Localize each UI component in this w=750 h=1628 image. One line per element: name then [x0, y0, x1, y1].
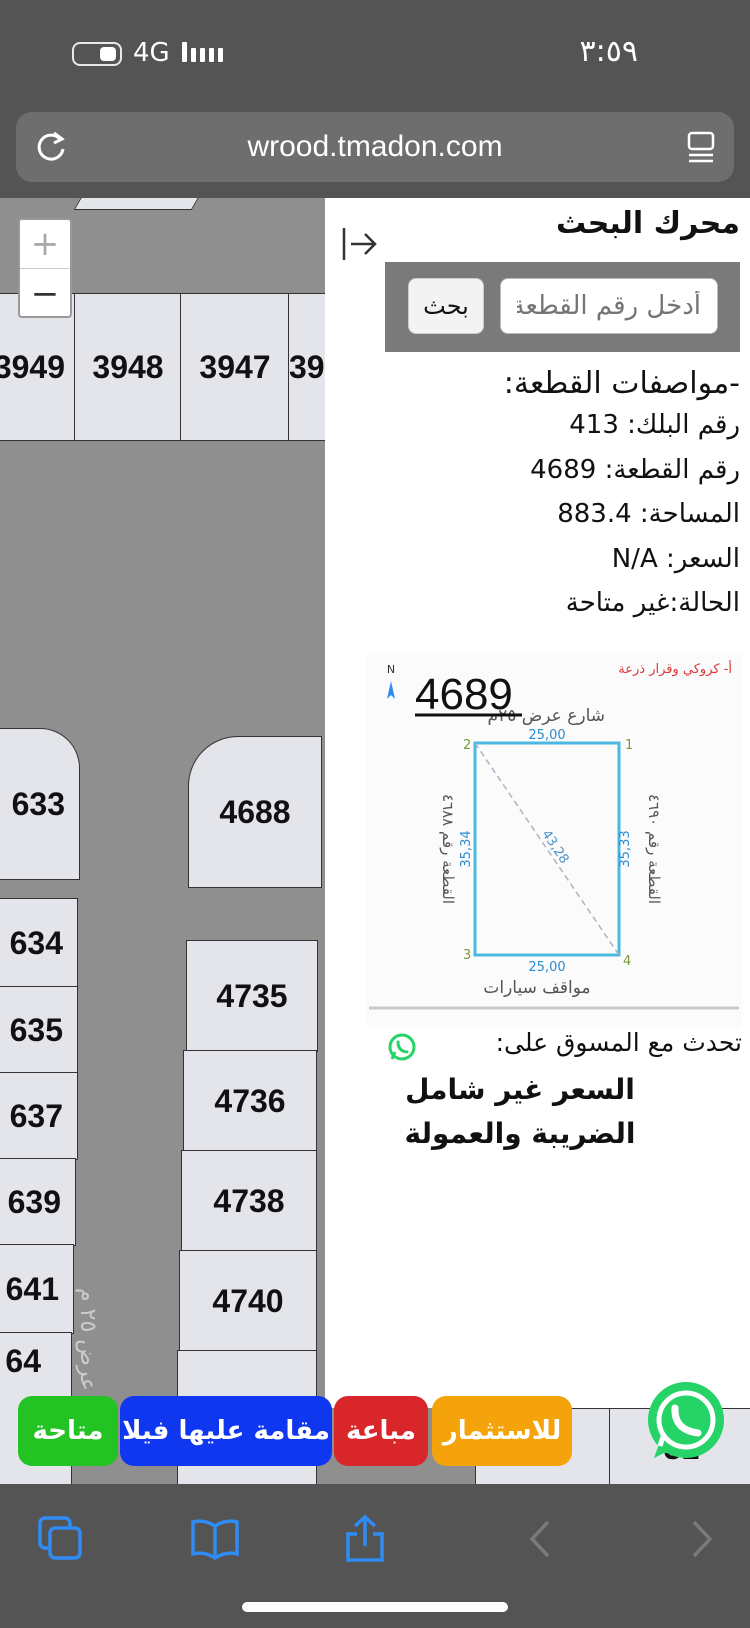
map-plot[interactable]: 4740	[179, 1250, 317, 1352]
share-icon[interactable]	[340, 1514, 390, 1564]
map-plot[interactable]: 39	[288, 293, 325, 441]
map-plot[interactable]: 3948	[74, 293, 182, 441]
bookmarks-icon[interactable]	[190, 1514, 240, 1564]
whatsapp-float-icon[interactable]	[640, 1378, 728, 1466]
map-plot[interactable]: 634	[0, 898, 78, 988]
status-bar: 4G ٣:٥٩	[0, 0, 750, 105]
tabs-icon[interactable]	[36, 1514, 86, 1564]
address-bar[interactable]: wrood.tmadon.com	[16, 112, 734, 182]
plot-number: رقم القطعة: 4689	[530, 455, 740, 485]
back-icon[interactable]	[516, 1514, 566, 1564]
filter-sold[interactable]: مباعة	[334, 1396, 428, 1466]
filter-investment[interactable]: للاستثمار	[432, 1396, 572, 1466]
street-bottom-label: مواقف سيارات	[483, 978, 590, 998]
map-plot[interactable]: 4736	[183, 1050, 317, 1152]
map-plot[interactable]: 635	[0, 986, 78, 1074]
plot-number-input[interactable]	[500, 278, 718, 334]
map-plot[interactable]: 633	[0, 728, 80, 880]
signal-icon	[182, 40, 223, 66]
diagram-plot-number: 4689	[415, 670, 513, 719]
battery-icon	[72, 42, 122, 66]
plot-area: المساحة: 883.4	[557, 499, 740, 529]
search-box: بحث	[385, 262, 740, 352]
chat-with-marketer-label: تحدث مع المسوق على:	[495, 1028, 742, 1057]
filter-villa-built[interactable]: مقامة عليها فيلا	[120, 1396, 332, 1466]
map-plot[interactable]: 637	[0, 1072, 78, 1160]
zoom-in-button[interactable]: +	[20, 220, 70, 269]
neighbor-left-label: القطعة رقم ٤٦٨٨	[439, 794, 457, 904]
map-plot[interactable]: 641	[0, 1244, 74, 1334]
side-left-length: 35,34	[459, 830, 474, 867]
collapse-panel-icon[interactable]	[341, 224, 377, 264]
side-top-length: 25,00	[528, 728, 565, 743]
zoom-out-button[interactable]: −	[20, 269, 70, 318]
corner-4: 4	[623, 954, 631, 969]
url-text[interactable]: wrood.tmadon.com	[16, 130, 734, 164]
side-bottom-length: 25,00	[528, 960, 565, 975]
search-panel: محرك البحث بحث -مواصفات القطعة: رقم البل…	[325, 198, 750, 1408]
map-plot[interactable]: 4688	[188, 736, 322, 888]
diagram-note: أ- كروكي وقرار ذرعة	[618, 660, 732, 677]
forward-icon[interactable]	[676, 1514, 726, 1564]
network-type: 4G	[133, 38, 170, 68]
whatsapp-icon[interactable]	[387, 1032, 417, 1062]
filter-available[interactable]: متاحة	[18, 1396, 118, 1466]
map-plot[interactable]: 4735	[186, 940, 318, 1052]
corner-2: 2	[463, 738, 471, 753]
map-plot[interactable]: 3947	[180, 293, 290, 441]
zoom-control: + −	[18, 218, 72, 318]
screen: 4G ٣:٥٩ wrood.tmadon.com 3949 3948 3947 …	[0, 0, 750, 1628]
north-label: N	[387, 663, 395, 676]
clock: ٣:٥٩	[579, 34, 638, 69]
map-view[interactable]: 3949 3948 3947 39 633 4688 634 635 637 6…	[0, 198, 325, 1484]
plot-status: الحالة:غير متاحة	[565, 588, 740, 618]
map-plot	[73, 198, 205, 210]
search-button[interactable]: بحث	[408, 278, 484, 334]
specs-heading: -مواصفات القطعة:	[503, 366, 740, 401]
side-right-length: 35,33	[618, 830, 633, 867]
corner-3: 3	[463, 948, 471, 963]
map-plot[interactable]: 4738	[181, 1150, 317, 1252]
plot-diagram: أ- كروكي وقرار ذرعة N شارع عرض ٢٥م 4689 …	[367, 653, 742, 1028]
neighbor-right-label: القطعة رقم ٤٦٩٠	[645, 794, 663, 904]
panel-title: محرك البحث	[556, 206, 740, 241]
map-plot[interactable]: 639	[0, 1158, 76, 1246]
plot-price: السعر: N/A	[611, 544, 740, 574]
block-number: رقم البلك: 413	[569, 410, 740, 440]
price-note: السعر غير شامل الضريبة والعمولة	[404, 1073, 636, 1150]
reader-mode-icon[interactable]	[686, 130, 716, 164]
corner-1: 1	[625, 738, 633, 753]
home-indicator	[242, 1602, 508, 1612]
